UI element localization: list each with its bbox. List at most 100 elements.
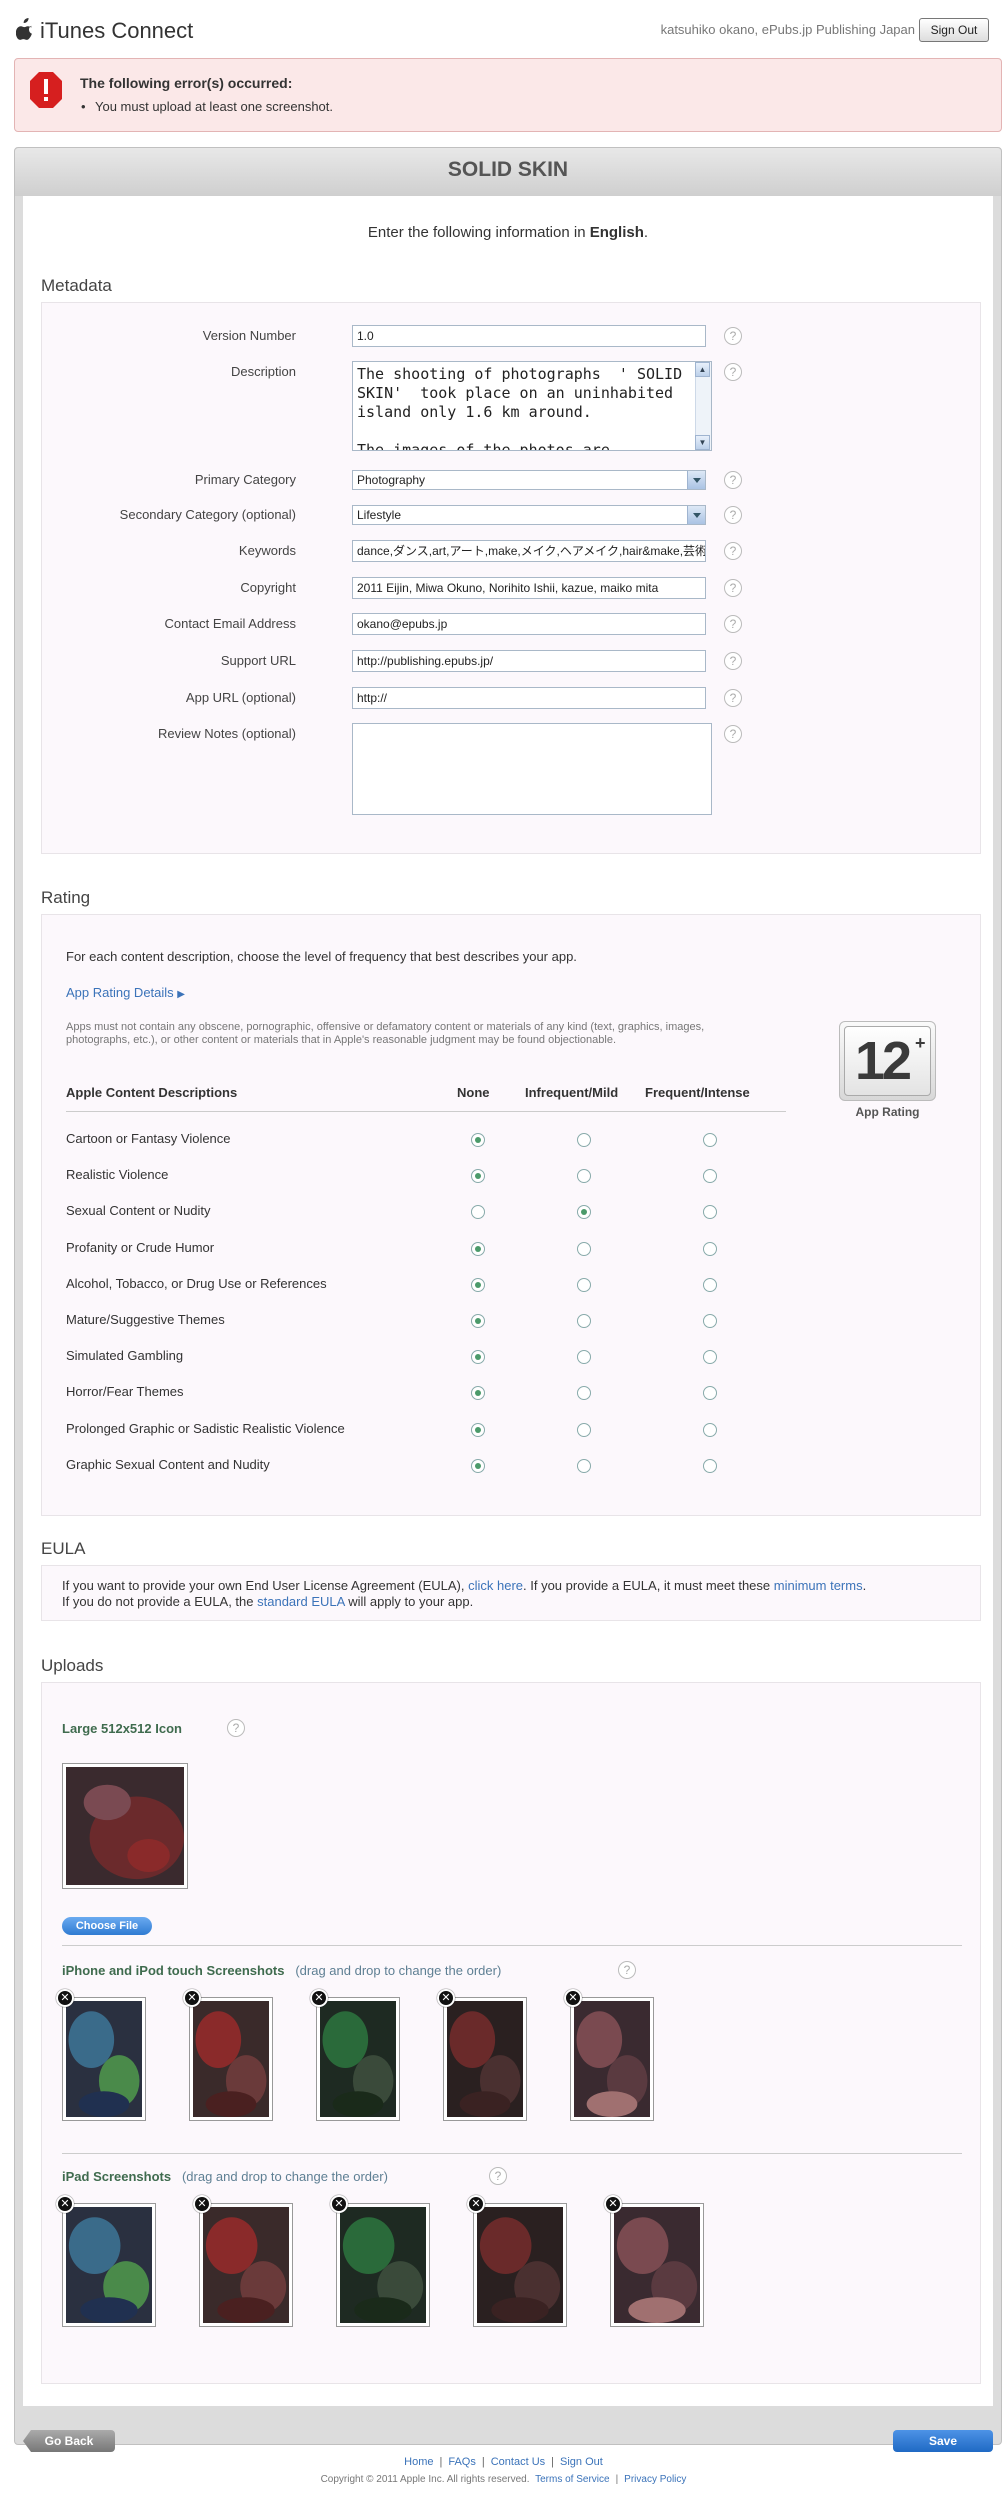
rating-row-label: Graphic Sexual Content and Nudity: [66, 1456, 270, 1472]
radio-none[interactable]: [471, 1350, 485, 1365]
screenshot-thumbnail[interactable]: [62, 1997, 146, 2121]
footer-link-contact[interactable]: Contact Us: [491, 2456, 545, 2468]
email-input[interactable]: okano@epubs.jp: [352, 613, 706, 635]
keywords-input[interactable]: dance,ダンス,art,アート,make,メイク,ヘアメイク,hair&ma…: [352, 540, 706, 562]
screenshot-thumbnail[interactable]: [189, 1997, 273, 2121]
radio-infrequent-mild[interactable]: [577, 1241, 591, 1256]
screenshot-thumbnail[interactable]: [570, 1997, 654, 2121]
screenshot-thumbnail[interactable]: [316, 1997, 400, 2121]
sign-out-button[interactable]: Sign Out: [919, 18, 989, 42]
remove-screenshot-icon[interactable]: ✕: [56, 2195, 74, 2213]
radio-none[interactable]: [471, 1241, 485, 1256]
eula-click-here-link[interactable]: click here: [468, 1578, 523, 1593]
radio-infrequent-mild[interactable]: [577, 1422, 591, 1437]
help-icon[interactable]: ?: [724, 363, 742, 381]
remove-screenshot-icon[interactable]: ✕: [183, 1989, 201, 2007]
remove-screenshot-icon[interactable]: ✕: [564, 1989, 582, 2007]
radio-infrequent-mild[interactable]: [577, 1133, 591, 1147]
radio-frequent-intense[interactable]: [703, 1205, 717, 1220]
radio-infrequent-mild[interactable]: [577, 1350, 591, 1365]
remove-screenshot-icon[interactable]: ✕: [330, 2195, 348, 2213]
radio-none[interactable]: [471, 1458, 485, 1473]
radio-infrequent-mild[interactable]: [577, 1205, 591, 1220]
help-icon[interactable]: ?: [618, 1961, 636, 1979]
radio-frequent-intense[interactable]: [703, 1458, 717, 1473]
eula-standard-link[interactable]: standard EULA: [257, 1594, 344, 1609]
remove-screenshot-icon[interactable]: ✕: [56, 1989, 74, 2007]
help-icon[interactable]: ?: [724, 327, 742, 345]
help-icon[interactable]: ?: [724, 615, 742, 633]
screenshot-thumbnail[interactable]: [62, 2203, 156, 2327]
divider: [62, 1945, 962, 1946]
copyright-label: Copyright: [240, 580, 296, 595]
app-url-input[interactable]: http://: [352, 687, 706, 709]
radio-frequent-intense[interactable]: [703, 1350, 717, 1365]
screenshot-thumbnail[interactable]: [610, 2203, 704, 2327]
primary-category-select[interactable]: Photography: [352, 470, 706, 490]
app-url-label: App URL (optional): [185, 690, 296, 705]
save-button[interactable]: Save: [893, 2430, 993, 2452]
chevron-down-icon[interactable]: [687, 471, 705, 489]
radio-none[interactable]: [471, 1422, 485, 1437]
help-icon[interactable]: ?: [724, 471, 742, 489]
help-icon[interactable]: ?: [724, 542, 742, 560]
terms-link[interactable]: Terms of Service: [535, 2474, 609, 2485]
radio-none[interactable]: [471, 1205, 485, 1220]
screenshot-thumbnail[interactable]: [473, 2203, 567, 2327]
footer-link-faqs[interactable]: FAQs: [448, 2456, 476, 2468]
radio-infrequent-mild[interactable]: [577, 1169, 591, 1184]
help-icon[interactable]: ?: [489, 2167, 507, 2185]
screenshot-art: [477, 2207, 563, 2323]
help-icon[interactable]: ?: [724, 579, 742, 597]
go-back-button[interactable]: Go Back: [23, 2430, 115, 2452]
footer-link-sign-out[interactable]: Sign Out: [560, 2456, 603, 2468]
remove-screenshot-icon[interactable]: ✕: [310, 1989, 328, 2007]
col-infrequent-mild: Infrequent/Mild: [525, 1085, 619, 1100]
radio-frequent-intense[interactable]: [703, 1133, 717, 1147]
radio-frequent-intense[interactable]: [703, 1241, 717, 1256]
support-url-input[interactable]: http://publishing.epubs.jp/: [352, 650, 706, 672]
scroll-down-icon[interactable]: ▼: [695, 435, 710, 450]
help-icon[interactable]: ?: [724, 689, 742, 707]
error-banner: The following error(s) occurred: • You m…: [14, 58, 1002, 132]
copyright-input[interactable]: 2011 Eijin, Miwa Okuno, Norihito Ishii, …: [352, 577, 706, 599]
radio-infrequent-mild[interactable]: [577, 1314, 591, 1328]
radio-infrequent-mild[interactable]: [577, 1277, 591, 1292]
remove-screenshot-icon[interactable]: ✕: [437, 1989, 455, 2007]
screenshot-thumbnail[interactable]: [199, 2203, 293, 2327]
radio-frequent-intense[interactable]: [703, 1422, 717, 1437]
radio-infrequent-mild[interactable]: [577, 1458, 591, 1473]
radio-frequent-intense[interactable]: [703, 1386, 717, 1401]
radio-frequent-intense[interactable]: [703, 1277, 717, 1292]
privacy-link[interactable]: Privacy Policy: [624, 2474, 686, 2485]
scroll-up-icon[interactable]: ▲: [695, 362, 710, 377]
help-icon[interactable]: ?: [724, 725, 742, 743]
help-icon[interactable]: ?: [227, 1719, 245, 1737]
app-name: iTunes Connect: [40, 18, 194, 43]
eula-minimum-terms-link[interactable]: minimum terms: [774, 1578, 863, 1593]
chevron-down-icon[interactable]: [687, 506, 705, 524]
help-icon[interactable]: ?: [724, 652, 742, 670]
radio-infrequent-mild[interactable]: [577, 1386, 591, 1401]
choose-file-button[interactable]: Choose File: [62, 1917, 152, 1935]
radio-none[interactable]: [471, 1133, 485, 1147]
remove-screenshot-icon[interactable]: ✕: [467, 2195, 485, 2213]
radio-none[interactable]: [471, 1169, 485, 1184]
screenshot-thumbnail[interactable]: [336, 2203, 430, 2327]
radio-frequent-intense[interactable]: [703, 1169, 717, 1184]
help-icon[interactable]: ?: [724, 506, 742, 524]
description-textarea[interactable]: The shooting of photographs ' SOLID SKIN…: [352, 361, 712, 451]
radio-none[interactable]: [471, 1314, 485, 1328]
remove-screenshot-icon[interactable]: ✕: [193, 2195, 211, 2213]
radio-none[interactable]: [471, 1386, 485, 1401]
screenshot-thumbnail[interactable]: [443, 1997, 527, 2121]
app-rating-details-link[interactable]: App Rating Details ▶: [66, 985, 185, 1000]
secondary-category-select[interactable]: Lifestyle: [352, 505, 706, 525]
description-scrollbar[interactable]: ▲ ▼: [695, 362, 711, 450]
review-notes-textarea[interactable]: [352, 723, 712, 815]
radio-none[interactable]: [471, 1277, 485, 1292]
remove-screenshot-icon[interactable]: ✕: [604, 2195, 622, 2213]
footer-link-home[interactable]: Home: [404, 2456, 433, 2468]
version-input[interactable]: 1.0: [352, 325, 706, 347]
radio-frequent-intense[interactable]: [703, 1314, 717, 1328]
